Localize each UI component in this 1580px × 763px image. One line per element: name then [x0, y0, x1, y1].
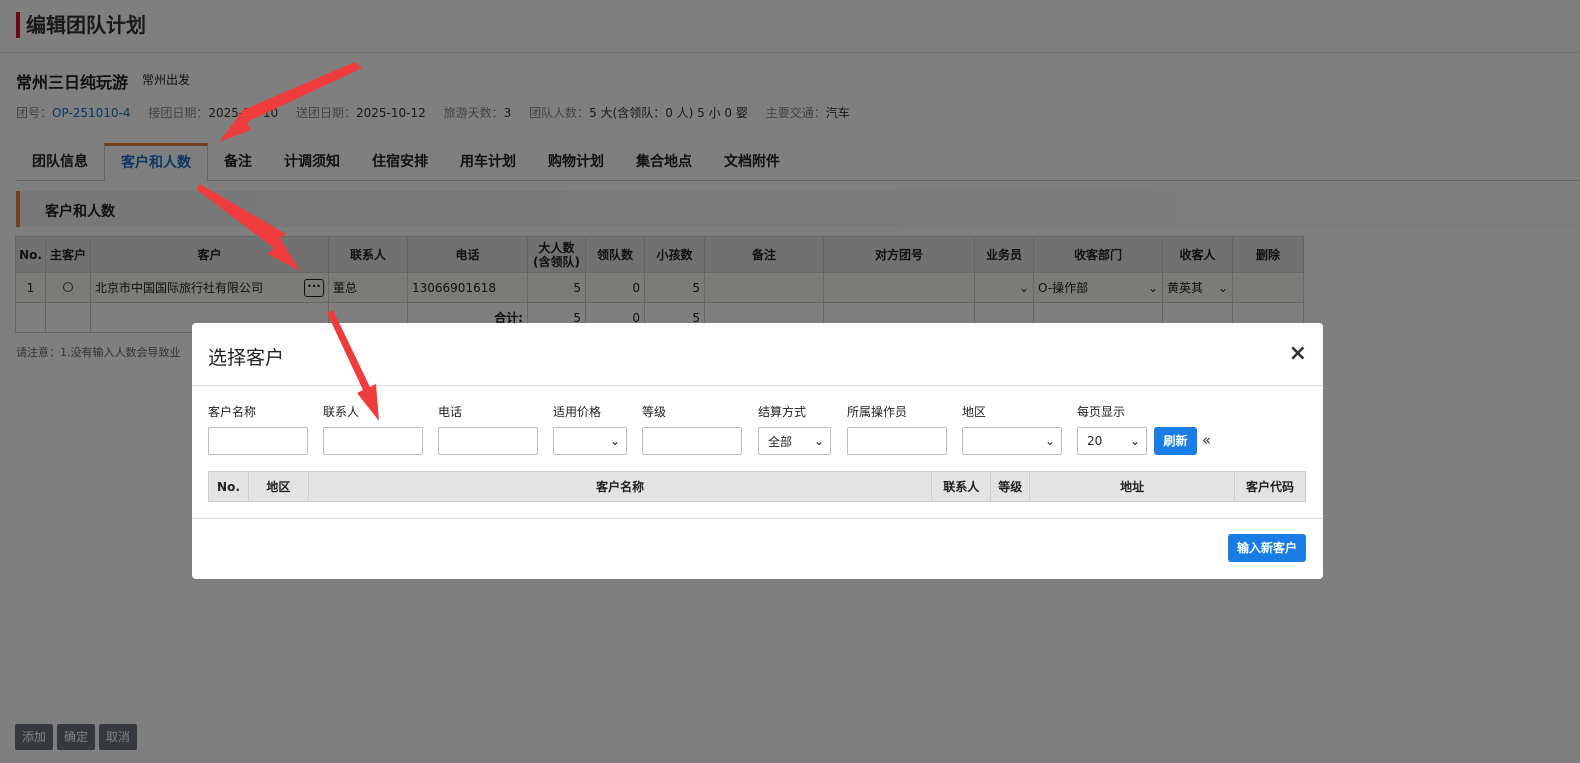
result-col-no: No. [208, 471, 249, 502]
filter-label-price: 适用价格 [553, 405, 602, 419]
select-customer-modal: 选择客户 × 客户名称 联系人 电话 适用价格 ⌄ 等级 结算方式 全部 ⌄ 所属… [192, 323, 1323, 579]
new-customer-button[interactable]: 输入新客户 [1228, 534, 1306, 562]
double-chevron-left-icon[interactable]: « [1202, 431, 1211, 449]
filter-label-contact: 联系人 [323, 405, 360, 419]
result-col-code: 客户代码 [1234, 471, 1306, 502]
phone-input[interactable] [438, 427, 538, 455]
per-page-select[interactable]: 20 ⌄ [1077, 427, 1147, 455]
result-col-name: 客户名称 [307, 471, 933, 502]
result-col-contact: 联系人 [931, 471, 992, 502]
chevron-down-icon: ⌄ [813, 434, 824, 448]
operator-input[interactable] [847, 427, 947, 455]
filter-label-phone: 电话 [438, 405, 463, 419]
result-col-region: 地区 [247, 471, 309, 502]
contact-input[interactable] [323, 427, 423, 455]
region-select[interactable]: ⌄ [962, 427, 1062, 455]
filter-label-operator: 所属操作员 [847, 405, 908, 419]
filter-label-name: 客户名称 [208, 405, 257, 419]
chevron-down-icon: ⌄ [1129, 434, 1140, 448]
per-page-value: 20 [1087, 434, 1103, 448]
filter-label-region: 地区 [962, 405, 987, 419]
customer-result-table: No. 地区 客户名称 联系人 等级 地址 客户代码 [208, 471, 1306, 502]
settle-value: 全部 [768, 434, 793, 449]
modal-footer-divider [192, 518, 1323, 519]
price-select[interactable]: ⌄ [553, 427, 627, 455]
customer-name-input[interactable] [208, 427, 308, 455]
filter-label-per-page: 每页显示 [1077, 405, 1126, 419]
modal-divider [192, 385, 1323, 386]
modal-title: 选择客户 [208, 347, 285, 369]
chevron-down-icon: ⌄ [609, 434, 620, 448]
filter-label-level: 等级 [642, 405, 667, 419]
close-icon[interactable]: × [1289, 341, 1307, 366]
result-col-level: 等级 [990, 471, 1031, 502]
result-col-address: 地址 [1029, 471, 1235, 502]
filter-label-settle: 结算方式 [758, 405, 807, 419]
chevron-down-icon: ⌄ [1044, 434, 1055, 448]
refresh-button[interactable]: 刷新 [1154, 427, 1197, 455]
level-input[interactable] [642, 427, 742, 455]
settle-select[interactable]: 全部 ⌄ [758, 427, 831, 455]
